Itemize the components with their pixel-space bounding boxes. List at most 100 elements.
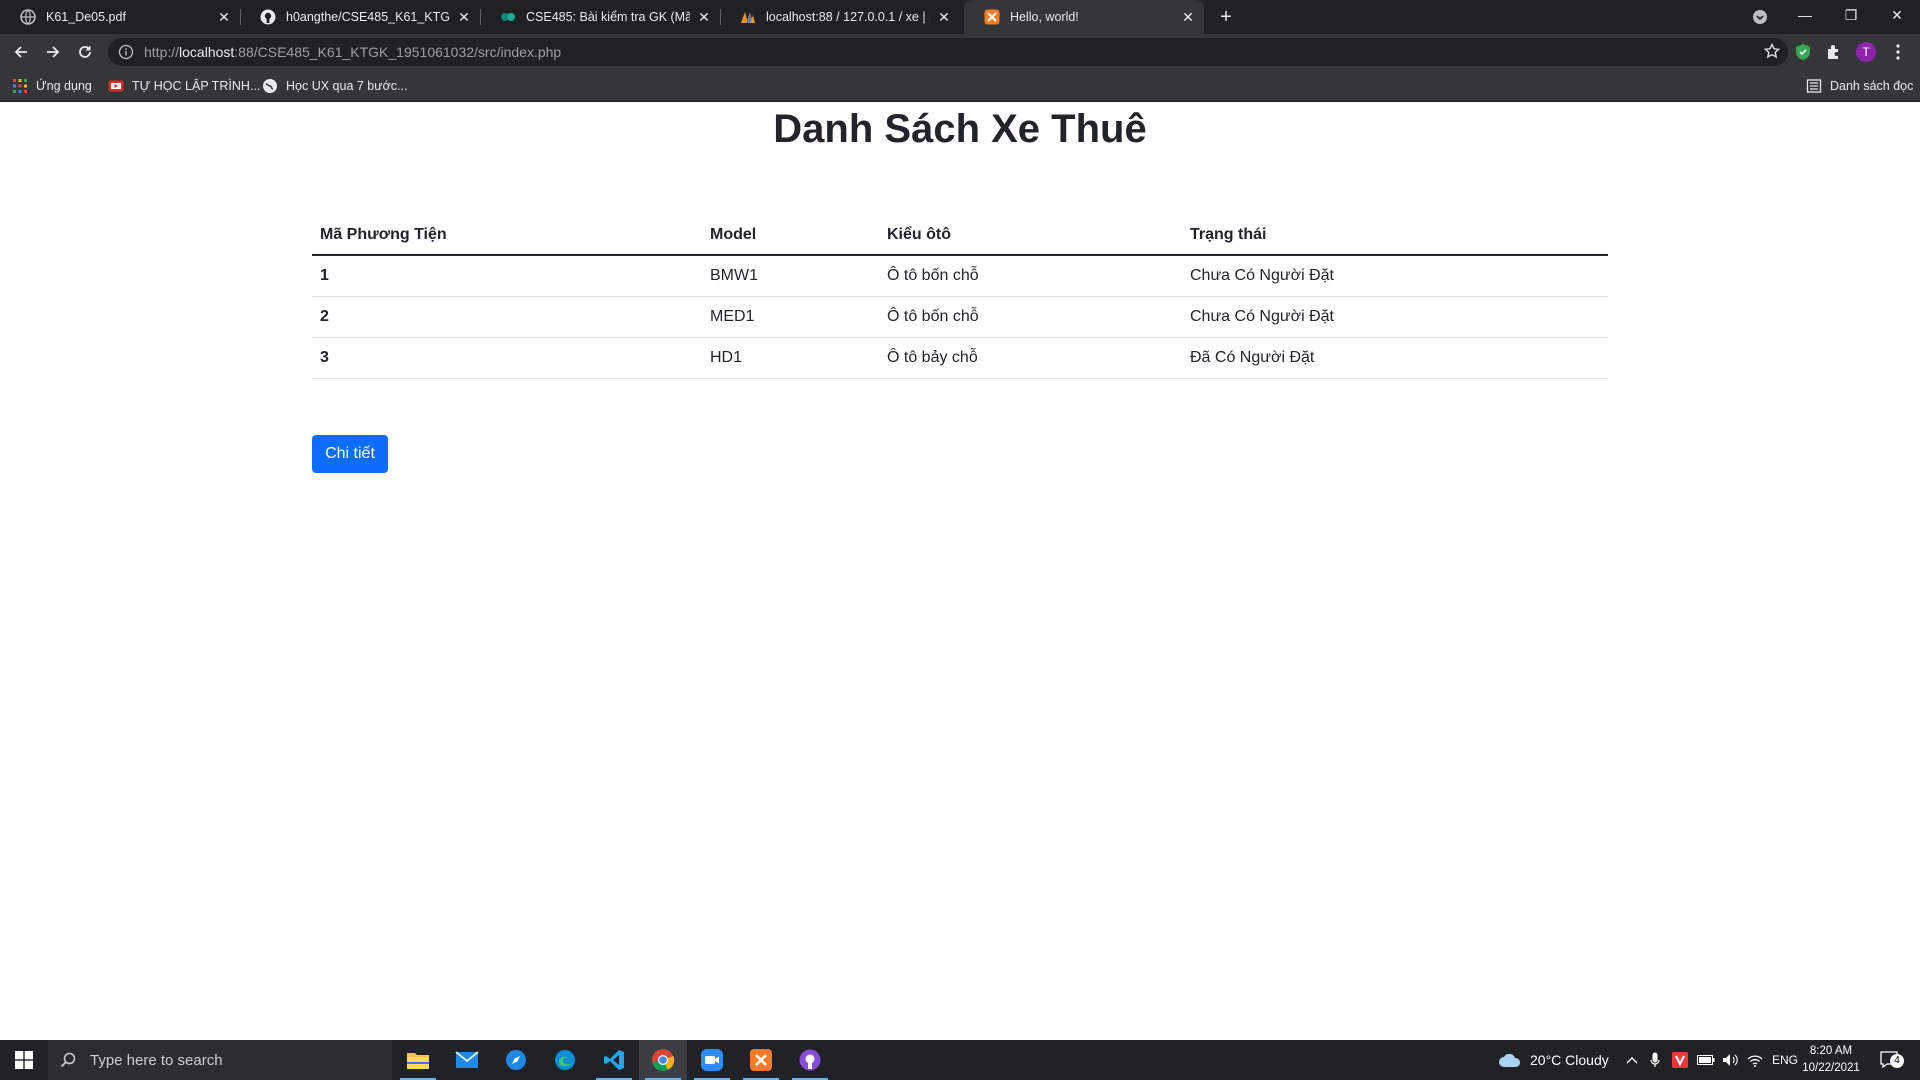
vivaldi-tray-icon[interactable] (1672, 1040, 1688, 1080)
file-explorer-icon[interactable] (394, 1040, 442, 1080)
forward-button[interactable] (40, 39, 66, 65)
search-icon (60, 1052, 76, 1068)
tray-chevron-icon[interactable] (1626, 1040, 1638, 1080)
mail-icon[interactable] (443, 1040, 491, 1080)
back-button[interactable] (8, 39, 34, 65)
cell-model: HD1 (702, 337, 879, 379)
table-row: 1 BMW1 Ô tô bốn chỗ Chưa Có Người Đặt (312, 255, 1608, 297)
url-host: localhost (179, 44, 235, 60)
tab-k61-de05[interactable]: K61_De05.pdf ✕ (0, 0, 240, 34)
close-tab-icon[interactable]: ✕ (216, 9, 232, 26)
tab-phpmyadmin[interactable]: localhost:88 / 127.0.0.1 / xe | php ✕ (720, 0, 960, 34)
url-path: :88/CSE485_K61_KTGK_1951061032/src/index… (234, 44, 562, 60)
close-tab-icon[interactable]: ✕ (936, 9, 952, 26)
cell-car-type: Ô tô bốn chỗ (879, 255, 1182, 297)
bookmark-star-icon[interactable] (1763, 42, 1781, 64)
header-model: Model (702, 215, 879, 256)
apps-grid-icon (12, 78, 28, 94)
browser-compass-icon[interactable] (492, 1040, 540, 1080)
detail-button[interactable]: Chi tiết (312, 435, 388, 473)
xampp-icon (984, 9, 1000, 25)
cell-status: Chưa Có Người Đặt (1182, 255, 1608, 297)
close-tab-icon[interactable]: ✕ (1180, 9, 1196, 26)
close-tab-icon[interactable]: ✕ (696, 9, 712, 26)
tab-github[interactable]: h0angthe/CSE485_K61_KTGK_19 ✕ (240, 0, 480, 34)
windows-logo-icon (15, 1051, 33, 1069)
reload-icon (79, 46, 91, 58)
notification-center[interactable]: 4 (1880, 1040, 1904, 1080)
language-indicator[interactable]: ENG (1772, 1040, 1798, 1080)
chrome-icon[interactable] (639, 1040, 687, 1080)
clock-date: 10/22/2021 (1802, 1062, 1860, 1074)
system-clock[interactable]: 8:20 AM 10/22/2021 (1798, 1043, 1864, 1077)
tab-title: Hello, world! (1010, 10, 1079, 24)
reading-list[interactable]: Danh sách đọc (1806, 70, 1913, 102)
arrow-right-icon (47, 46, 60, 58)
cell-model: BMW1 (702, 255, 879, 297)
shield-extension-icon[interactable] (1792, 41, 1814, 63)
edge-icon[interactable] (541, 1040, 589, 1080)
bookmark-label: Học UX qua 7 bước... (286, 79, 408, 93)
browser-tab-strip: K61_De05.pdf ✕ h0angthe/CSE485_K61_KTGK_… (0, 0, 1920, 34)
github-icon (260, 9, 276, 25)
page-content: Danh Sách Xe Thuê Mã Phương Tiện Model K… (0, 103, 1920, 1039)
windows-taskbar: Type here to search 20°C Cloudy ENG 8:20… (0, 1040, 1920, 1080)
minimize-button[interactable]: — (1782, 0, 1828, 34)
tab-search-icon[interactable] (1737, 0, 1783, 34)
profile-avatar[interactable]: T (1855, 41, 1877, 63)
bookmarks-bar: Ứng dụng TỰ HỌC LẬP TRÌNH... Học UX qua … (0, 70, 1920, 102)
tab-title: localhost:88 / 127.0.0.1 / xe | php (766, 10, 930, 24)
tab-title: K61_De05.pdf (46, 10, 126, 24)
search-placeholder: Type here to search (90, 1051, 223, 1069)
cell-vehicle-id: 3 (312, 337, 702, 379)
youtube-icon (108, 78, 124, 94)
battery-icon[interactable] (1697, 1040, 1715, 1080)
close-tab-icon[interactable]: ✕ (456, 9, 472, 26)
url-scheme: http:// (144, 44, 180, 60)
tab-title: h0angthe/CSE485_K61_KTGK_19 (286, 10, 450, 24)
wifi-icon[interactable] (1747, 1040, 1763, 1080)
cell-status: Chưa Có Người Đặt (1182, 296, 1608, 338)
info-icon[interactable] (118, 44, 134, 60)
extensions-puzzle-icon[interactable] (1823, 41, 1845, 63)
new-tab-button[interactable]: + (1214, 4, 1238, 30)
microphone-icon[interactable] (1650, 1040, 1660, 1080)
header-car-type: Kiểu ôtô (879, 215, 1182, 256)
cloud-icon (1499, 1053, 1521, 1067)
reading-list-icon (1806, 78, 1822, 94)
globe-icon (262, 78, 278, 94)
weather-widget[interactable]: 20°C Cloudy (1498, 1040, 1609, 1080)
bookmark-label: TỰ HỌC LẬP TRÌNH... (132, 79, 261, 93)
weather-text: 20°C Cloudy (1530, 1052, 1609, 1068)
globe-icon (20, 9, 36, 25)
address-bar[interactable]: http://localhost:88/CSE485_K61_KTGK_1951… (108, 38, 1788, 66)
github-desktop-icon[interactable] (786, 1040, 834, 1080)
bookmark-tu-hoc-lap-trinh[interactable]: TỰ HỌC LẬP TRÌNH... (108, 70, 260, 102)
close-window-button[interactable]: ✕ (1874, 0, 1920, 34)
table-row: 2 MED1 Ô tô bốn chỗ Chưa Có Người Đặt (312, 296, 1608, 338)
url-text[interactable]: http://localhost:88/CSE485_K61_KTGK_1951… (144, 44, 561, 60)
reload-button[interactable] (72, 39, 98, 65)
tab-cse485-exam[interactable]: CSE485: Bài kiểm tra GK (Mã đề 5 ✕ (480, 0, 720, 34)
taskbar-search-input[interactable]: Type here to search (48, 1040, 392, 1080)
browser-toolbar: http://localhost:88/CSE485_K61_KTGK_1951… (0, 34, 1920, 70)
arrow-left-icon (14, 46, 27, 58)
menu-kebab-icon[interactable] (1887, 41, 1909, 63)
zoom-icon[interactable] (688, 1040, 736, 1080)
profile-initial: T (1856, 42, 1876, 62)
notification-badge: 4 (1890, 1054, 1904, 1068)
vscode-icon[interactable] (590, 1040, 638, 1080)
clock-time: 8:20 AM (1809, 1045, 1853, 1057)
header-status: Trạng thái (1182, 215, 1608, 256)
start-button[interactable] (0, 1040, 48, 1080)
vehicle-table: Mã Phương Tiện Model Kiểu ôtô Trạng thái… (312, 215, 1608, 379)
restore-button[interactable]: ❐ (1828, 0, 1874, 34)
cell-vehicle-id: 1 (312, 255, 702, 297)
header-vehicle-id: Mã Phương Tiện (312, 215, 702, 256)
table-row: 3 HD1 Ô tô bảy chỗ Đã Có Người Đặt (312, 337, 1608, 379)
bookmark-apps[interactable]: Ứng dụng (12, 70, 92, 102)
tab-hello-world[interactable]: Hello, world! ✕ (964, 0, 1204, 34)
xampp-icon[interactable] (737, 1040, 785, 1080)
bookmark-hoc-ux[interactable]: Học UX qua 7 bước... (262, 70, 407, 102)
volume-icon[interactable] (1722, 1040, 1738, 1080)
